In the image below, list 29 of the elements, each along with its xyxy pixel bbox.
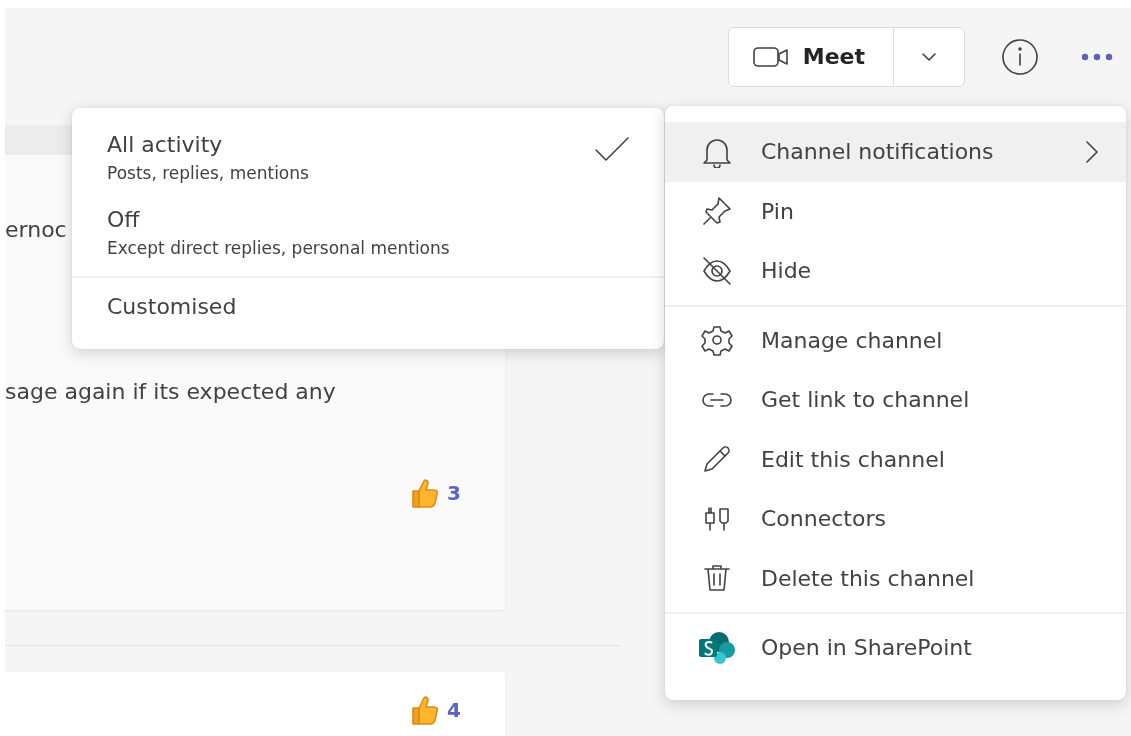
menu-item[interactable]: Open in SharePoint (665, 618, 1126, 678)
info-icon (1001, 37, 1039, 76)
info-button[interactable] (1001, 37, 1039, 76)
thumbs-up-icon (409, 477, 440, 509)
reaction-count: 3 (447, 481, 461, 505)
notification-option[interactable]: Off Except direct replies, personal mentions (72, 197, 664, 272)
menu-item[interactable]: Manage channel (665, 310, 1126, 370)
message-text: sage again if its expected any (5, 378, 336, 406)
menu-item[interactable]: Get link to channel (665, 370, 1126, 430)
menu-item[interactable]: Pin (665, 181, 1126, 241)
more-options-button[interactable] (1081, 52, 1113, 61)
video-camera-icon (752, 44, 789, 69)
menu-item[interactable]: Edit this channel (665, 429, 1126, 489)
settings-icon (701, 324, 733, 357)
chevron-right-icon (1086, 140, 1098, 163)
pin-icon (701, 195, 733, 228)
notification-option[interactable]: Customised (72, 282, 664, 339)
menu-item[interactable]: Connectors (665, 489, 1126, 549)
menu-item[interactable]: Delete this channel (665, 548, 1126, 608)
sharepoint-logo-icon (697, 630, 737, 665)
reaction-count: 4 (447, 698, 461, 722)
chevron-down-icon (922, 52, 936, 61)
thumbs-up-icon (409, 694, 440, 726)
menu-item[interactable]: Channel notifications (665, 122, 1126, 182)
notification-option[interactable]: All activity Posts, replies, mentions (72, 122, 664, 197)
menu-item[interactable]: Hide (665, 241, 1126, 301)
message-text: ernoc (5, 216, 67, 244)
more-icon (1081, 52, 1113, 61)
hidden-eye-icon (701, 254, 733, 287)
